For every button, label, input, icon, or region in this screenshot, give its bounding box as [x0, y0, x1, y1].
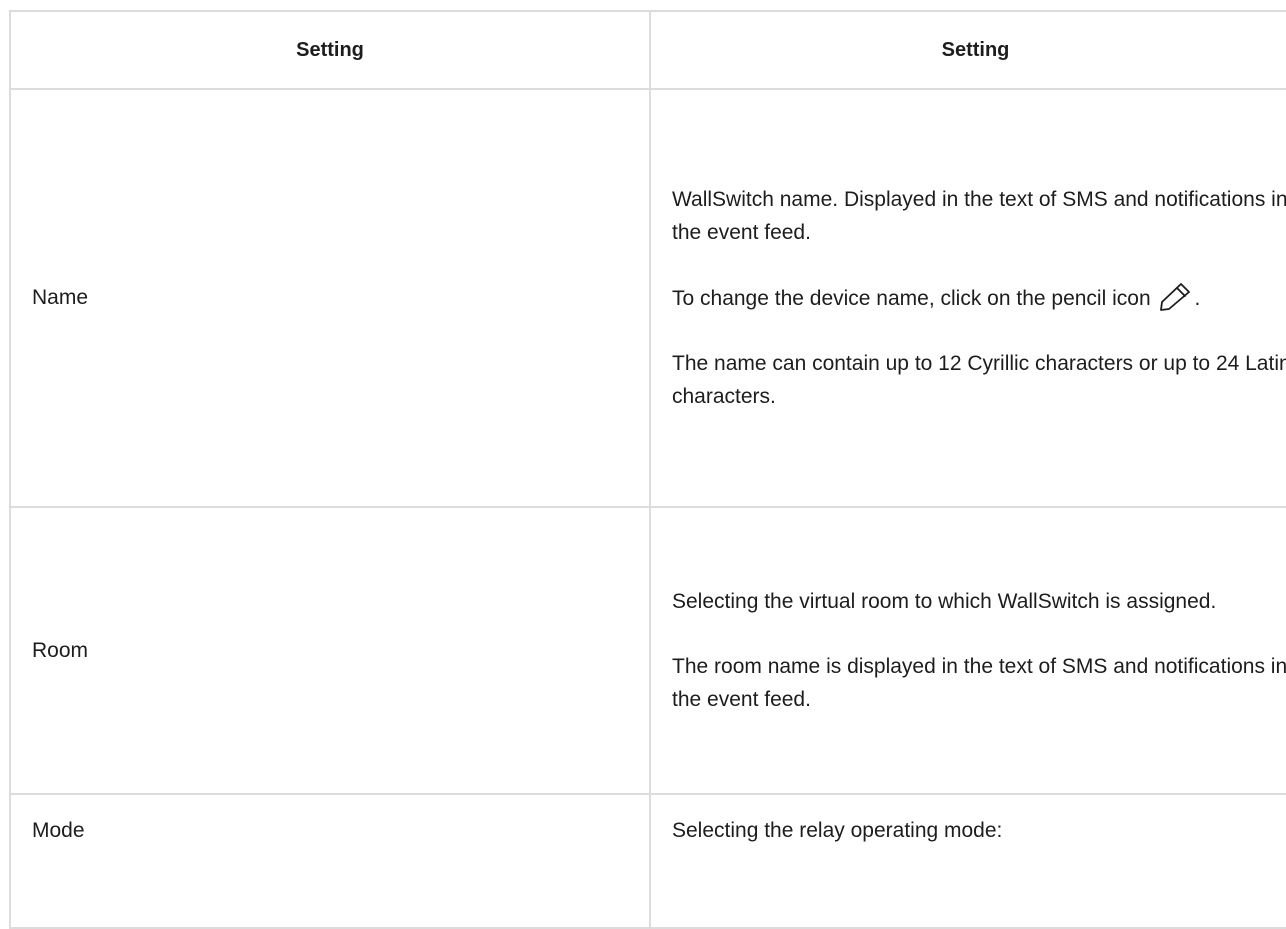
settings-table: Setting Setting Name WallSwitch name. Di… — [11, 12, 1286, 929]
description-paragraph: Selecting the relay operating mode: — [672, 819, 1003, 842]
pencil-suffix: . — [1194, 287, 1201, 310]
table-row: Room Selecting the virtual room to which… — [11, 507, 1286, 795]
table-row: Name WallSwitch name. Displayed in the t… — [11, 89, 1286, 508]
setting-label-room: Room — [11, 507, 651, 795]
table-header-row: Setting Setting — [11, 12, 1286, 90]
column-header-setting: Setting — [11, 12, 651, 90]
setting-label-mode: Mode — [11, 794, 651, 929]
description-paragraph: The name can contain up to 12 Cyrillic c… — [672, 352, 1286, 408]
description-paragraph: Selecting the virtual room to which Wall… — [672, 590, 1217, 613]
description-paragraph: The room name is displayed in the text o… — [672, 655, 1286, 711]
setting-description-name: WallSwitch name. Displayed in the text o… — [650, 89, 1286, 508]
pencil-instruction-text: To change the device name, click on the … — [672, 287, 1151, 310]
table-row: Mode Selecting the relay operating mode: — [11, 794, 1286, 929]
pencil-icon — [1158, 281, 1194, 311]
setting-description-mode: Selecting the relay operating mode: — [650, 794, 1286, 929]
settings-table-container: Setting Setting Name WallSwitch name. Di… — [9, 10, 1286, 929]
setting-description-room: Selecting the virtual room to which Wall… — [650, 507, 1286, 795]
description-paragraph: WallSwitch name. Displayed in the text o… — [672, 188, 1286, 244]
description-paragraph: To change the device name, click on the … — [672, 281, 1286, 315]
setting-label-name: Name — [11, 89, 651, 508]
column-header-description: Setting — [650, 12, 1286, 90]
